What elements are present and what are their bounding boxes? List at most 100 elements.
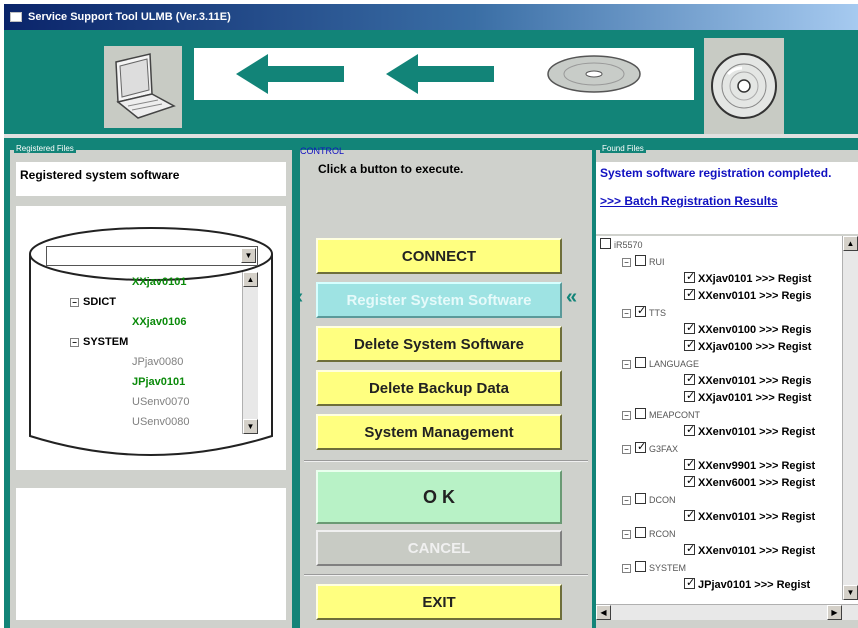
scroll-right-icon[interactable]: ▶ bbox=[827, 605, 842, 620]
scroll-down-icon[interactable]: ▼ bbox=[843, 585, 858, 600]
checkbox[interactable] bbox=[684, 321, 695, 334]
collapse-icon[interactable]: − bbox=[70, 298, 79, 307]
tree-item[interactable]: − SYSTEM bbox=[70, 336, 128, 348]
tree-item[interactable]: XXjav0101 >>> Regist bbox=[684, 389, 812, 404]
checkbox[interactable] bbox=[635, 440, 646, 453]
cancel-button[interactable]: CANCEL bbox=[316, 530, 562, 566]
collapse-icon[interactable]: − bbox=[622, 496, 631, 505]
tree-item-label: XXenv9901 >>> Regist bbox=[698, 460, 816, 472]
checkbox[interactable] bbox=[684, 457, 695, 470]
checkbox[interactable] bbox=[684, 389, 695, 402]
checkbox[interactable] bbox=[684, 287, 695, 300]
collapse-icon[interactable]: − bbox=[622, 411, 631, 420]
tree-item[interactable]: XXjav0101 >>> Regist bbox=[684, 270, 812, 285]
registered-files-title: Registered Files bbox=[14, 144, 76, 153]
tree-scrollbar[interactable]: ▲ ▼ bbox=[242, 272, 258, 434]
tree-item[interactable]: − RUI bbox=[622, 255, 665, 268]
collapse-icon[interactable]: − bbox=[622, 309, 631, 318]
tree-item[interactable]: − MEAPCONT bbox=[622, 408, 700, 421]
tree-item[interactable]: XXjav0101 bbox=[132, 276, 186, 288]
scroll-left-icon[interactable]: ◀ bbox=[596, 605, 611, 620]
collapse-icon[interactable]: − bbox=[622, 445, 631, 454]
tree-item-label: MEAPCONT bbox=[649, 410, 701, 420]
tree-item[interactable]: − RCON bbox=[622, 527, 676, 540]
found-tree-vscroll[interactable]: ▲ ▼ bbox=[842, 236, 858, 600]
tree-item[interactable]: iR5570 bbox=[600, 238, 643, 251]
banner bbox=[4, 30, 858, 138]
scroll-up-icon[interactable]: ▲ bbox=[843, 236, 858, 251]
tree-item[interactable]: XXenv0101 >>> Regist bbox=[684, 423, 815, 438]
tree-item[interactable]: XXenv0101 >>> Regis bbox=[684, 372, 812, 387]
checkbox[interactable] bbox=[635, 493, 646, 504]
tree-item[interactable]: XXenv0101 >>> Regis bbox=[684, 287, 811, 302]
tree-item[interactable]: − DCON bbox=[622, 493, 676, 506]
collapse-icon[interactable]: − bbox=[622, 360, 631, 369]
delete-backup-data-button[interactable]: Delete Backup Data bbox=[316, 370, 562, 406]
tree-item[interactable]: JPjav0101 >>> Regist bbox=[684, 576, 811, 591]
checkbox[interactable] bbox=[635, 408, 646, 419]
checkbox[interactable] bbox=[684, 423, 695, 436]
control-title: CONTROL bbox=[300, 146, 345, 156]
tree-item-label: XXenv6001 >>> Regist bbox=[698, 477, 816, 489]
dropdown-arrow-icon[interactable]: ▼ bbox=[241, 248, 256, 263]
tree-item-label: DCON bbox=[649, 495, 676, 505]
tree-item[interactable]: XXenv0101 >>> Regist bbox=[684, 508, 816, 523]
collapse-icon[interactable]: − bbox=[622, 258, 631, 267]
checkbox[interactable] bbox=[635, 255, 646, 266]
checkbox[interactable] bbox=[635, 357, 646, 368]
checkbox[interactable] bbox=[684, 474, 695, 487]
tree-item[interactable]: USenv0080 bbox=[132, 416, 190, 428]
exit-button[interactable]: EXIT bbox=[316, 584, 562, 620]
found-tree-hscroll[interactable]: ◀ ▶ bbox=[596, 604, 858, 620]
tree-item-label: JPjav0101 >>> Regist bbox=[698, 579, 811, 591]
app-icon bbox=[10, 12, 22, 22]
tree-item[interactable]: JPjav0080 bbox=[132, 356, 183, 368]
checkbox[interactable] bbox=[684, 338, 695, 351]
tree-item[interactable]: XXjav0106 bbox=[132, 316, 186, 328]
tree-item[interactable]: − TTS bbox=[622, 304, 666, 319]
delete-system-software-button[interactable]: Delete System Software bbox=[316, 326, 562, 362]
connect-button[interactable]: CONNECT bbox=[316, 238, 562, 274]
tree-item-label: XXjav0101 >>> Regist bbox=[698, 392, 812, 404]
checkbox[interactable] bbox=[684, 542, 695, 555]
left-arrow-icon bbox=[236, 54, 494, 94]
arrow-left-icon: « bbox=[292, 286, 304, 308]
checkbox[interactable] bbox=[684, 576, 695, 589]
cd-disc-icon bbox=[704, 38, 784, 134]
tree-item[interactable]: JPjav0101 bbox=[132, 376, 185, 388]
tree-item-label: XXjav0101 >>> Regist bbox=[698, 273, 812, 285]
registered-tree: XXjav0101 − SDICT XXjav0106 − SYSTEM JPjav… bbox=[52, 272, 258, 434]
checkbox[interactable] bbox=[635, 304, 646, 317]
collapse-icon[interactable]: − bbox=[622, 530, 631, 539]
checkbox[interactable] bbox=[635, 527, 646, 538]
tree-item[interactable]: USenv0070 bbox=[132, 396, 190, 408]
tree-item[interactable]: XXenv0101 >>> Regist bbox=[684, 542, 815, 557]
scroll-down-icon[interactable]: ▼ bbox=[243, 419, 258, 434]
tree-item[interactable]: − LANGUAGE bbox=[622, 357, 699, 370]
cd-disc-icon bbox=[547, 55, 641, 93]
checkbox[interactable] bbox=[600, 238, 611, 249]
checkbox[interactable] bbox=[635, 561, 646, 572]
ok-button[interactable]: O K bbox=[316, 470, 562, 524]
tree-item[interactable]: XXjav0100 >>> Regist bbox=[684, 338, 811, 353]
tree-item-label: RCON bbox=[649, 529, 676, 539]
checkbox[interactable] bbox=[684, 508, 695, 521]
system-management-button[interactable]: System Management bbox=[316, 414, 562, 450]
window-title: Service Support Tool ULMB (Ver.3.11E) bbox=[28, 11, 231, 23]
register-system-software-button[interactable]: Register System Software bbox=[316, 282, 562, 318]
drive-select[interactable]: ▼ bbox=[46, 246, 258, 266]
tree-item[interactable]: − G3FAX bbox=[622, 440, 678, 455]
tree-item-label: XXenv0101 >>> Regist bbox=[698, 511, 816, 523]
scroll-up-icon[interactable]: ▲ bbox=[243, 272, 258, 287]
collapse-icon[interactable]: − bbox=[622, 564, 631, 573]
checkbox[interactable] bbox=[684, 372, 695, 385]
tree-item-label: XXenv0101 >>> Regis bbox=[698, 375, 812, 387]
registered-header: Registered system software bbox=[16, 162, 286, 196]
tree-item[interactable]: − SYSTEM bbox=[622, 561, 686, 574]
tree-item[interactable]: XXenv6001 >>> Regist bbox=[684, 474, 816, 489]
tree-item[interactable]: − SDICT bbox=[70, 296, 116, 308]
tree-item[interactable]: XXenv0100 >>> Regis bbox=[684, 321, 811, 336]
collapse-icon[interactable]: − bbox=[70, 338, 79, 347]
checkbox[interactable] bbox=[684, 270, 695, 283]
tree-item[interactable]: XXenv9901 >>> Regist bbox=[684, 457, 816, 472]
